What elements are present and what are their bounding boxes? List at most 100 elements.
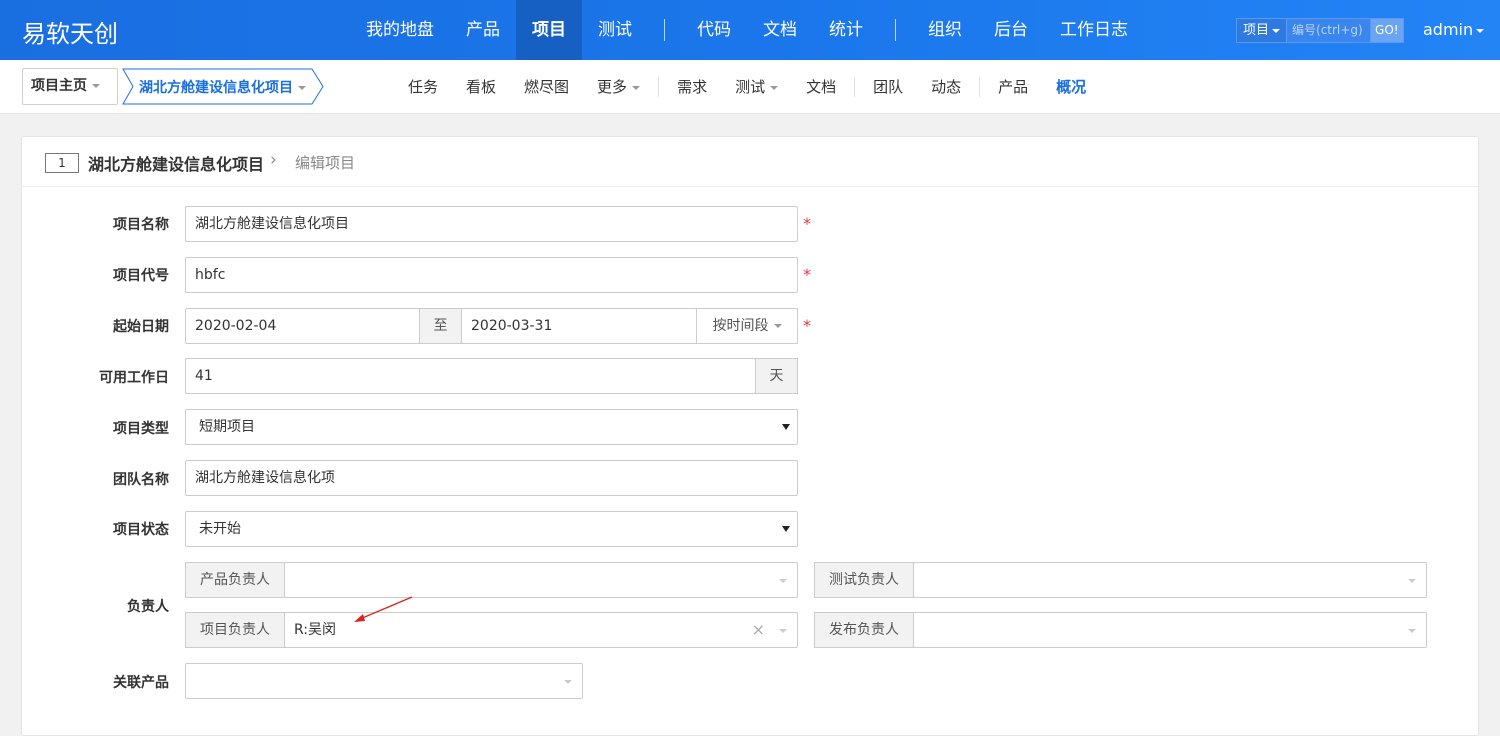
- team-name-input[interactable]: 湖北方舱建设信息化项: [185, 460, 798, 496]
- project-status-select[interactable]: 未开始: [185, 511, 798, 547]
- linked-products-select[interactable]: [185, 663, 583, 699]
- global-search: 项目 编号(ctrl+g) GO!: [1236, 18, 1404, 43]
- pm-label: 项目负责人: [185, 612, 285, 648]
- required-mark: *: [803, 214, 811, 233]
- end-date-input[interactable]: 2020-03-31: [461, 308, 697, 344]
- nav-qa[interactable]: 测试: [582, 0, 648, 60]
- code-label: 项目代号: [113, 268, 169, 284]
- search-type-select[interactable]: 项目: [1236, 18, 1288, 43]
- search-input[interactable]: 编号(ctrl+g): [1287, 18, 1372, 43]
- clear-icon[interactable]: ×: [752, 613, 765, 647]
- panel-header: 1 湖北方舱建设信息化项目 › 编辑项目: [22, 137, 1478, 187]
- subnav-team[interactable]: 团队: [859, 60, 917, 114]
- project-id-badge: 1: [45, 153, 79, 173]
- subnav-burn[interactable]: 燃尽图: [510, 60, 583, 114]
- subnav-more[interactable]: 更多: [583, 60, 654, 114]
- breadcrumb-project-label: 湖北方舱建设信息化项目: [139, 80, 293, 96]
- nav-admin[interactable]: 后台: [978, 0, 1044, 60]
- required-mark: *: [803, 316, 811, 335]
- period-select-label: 按时间段: [712, 318, 769, 334]
- go-button[interactable]: GO!: [1371, 18, 1404, 43]
- subnav-more-label: 更多: [597, 78, 628, 96]
- subnav-view[interactable]: 概况: [1042, 60, 1100, 114]
- nav-divider: [895, 19, 896, 41]
- project-subnav: 项目主页 湖北方舱建设信息化项目 任务 看板 燃尽图 更多 需求 测试 文档 团…: [0, 60, 1500, 114]
- subnav-divider: [854, 77, 856, 97]
- date-label: 起始日期: [113, 319, 169, 335]
- subnav-doc[interactable]: 文档: [792, 60, 850, 114]
- subnav-story[interactable]: 需求: [663, 60, 721, 114]
- nav-code[interactable]: 代码: [681, 0, 747, 60]
- subnav-divider: [979, 77, 981, 97]
- breadcrumb-home-label: 项目主页: [31, 78, 87, 94]
- name-label: 项目名称: [113, 217, 169, 233]
- breadcrumb-project-home[interactable]: 项目主页: [22, 68, 118, 105]
- subnav-task[interactable]: 任务: [394, 60, 452, 114]
- user-name: admin: [1423, 20, 1474, 39]
- chevron-down-icon: [779, 629, 787, 633]
- chevron-down-icon: [1272, 28, 1281, 33]
- nav-report[interactable]: 统计: [813, 0, 879, 60]
- subnav-qa-label: 测试: [735, 78, 766, 96]
- nav-doc[interactable]: 文档: [747, 0, 813, 60]
- project-type-value: 短期项目: [199, 419, 255, 435]
- nav-divider: [664, 19, 665, 41]
- subnav-divider: [658, 77, 660, 97]
- chevron-down-icon: [564, 680, 572, 684]
- chevron-down-icon: [773, 324, 782, 328]
- team-label: 团队名称: [113, 472, 169, 488]
- days-label: 可用工作日: [99, 370, 169, 386]
- required-mark: *: [803, 265, 811, 284]
- breadcrumb-project[interactable]: 湖北方舱建设信息化项目: [122, 68, 324, 105]
- project-code-input[interactable]: hbfc: [185, 257, 798, 293]
- project-type-select[interactable]: 短期项目: [185, 409, 798, 445]
- subnav-dynamic[interactable]: 动态: [917, 60, 975, 114]
- nav-worklog[interactable]: 工作日志: [1044, 0, 1144, 60]
- breadcrumb-project-text: 湖北方舱建设信息化项目: [139, 77, 306, 97]
- qd-label: 测试负责人: [814, 562, 914, 598]
- chevron-down-icon: [770, 85, 779, 90]
- subnav-kanban[interactable]: 看板: [452, 60, 510, 114]
- chevron-down-icon: [632, 85, 641, 90]
- subnav-menu: 任务 看板 燃尽图 更多 需求 测试 文档 团队 动态 产品 概况: [394, 60, 1100, 114]
- subnav-product[interactable]: 产品: [984, 60, 1042, 114]
- nav-project[interactable]: 项目: [516, 0, 582, 60]
- rd-select[interactable]: [913, 612, 1427, 648]
- brand-logo[interactable]: 易软天创: [22, 14, 118, 49]
- user-menu[interactable]: admin: [1423, 20, 1485, 39]
- chevron-down-icon: [1408, 579, 1416, 583]
- chevron-down-icon: [782, 424, 790, 430]
- project-status-value: 未开始: [199, 521, 241, 537]
- search-type-label: 项目: [1243, 23, 1270, 38]
- subnav-qa[interactable]: 测试: [721, 60, 792, 114]
- owner-label: 负责人: [127, 599, 169, 615]
- page-subtitle: 编辑项目: [295, 154, 356, 172]
- begin-date-input[interactable]: 2020-02-04: [185, 308, 420, 344]
- pm-value: R:吴闵: [294, 622, 337, 638]
- nav-my[interactable]: 我的地盘: [350, 0, 450, 60]
- chevron-down-icon: [92, 84, 100, 88]
- period-select[interactable]: 按时间段: [696, 308, 798, 344]
- type-label: 项目类型: [113, 421, 169, 437]
- project-name-input[interactable]: 湖北方舱建设信息化项目: [185, 206, 798, 242]
- po-label: 产品负责人: [185, 562, 285, 598]
- main-nav: 我的地盘 产品 项目 测试 代码 文档 统计 组织 后台 工作日志: [350, 0, 1144, 60]
- products-label: 关联产品: [113, 675, 169, 691]
- chevron-down-icon: [782, 526, 790, 532]
- rd-label: 发布负责人: [814, 612, 914, 648]
- days-unit: 天: [755, 358, 798, 394]
- nav-product[interactable]: 产品: [450, 0, 516, 60]
- chevron-down-icon: [1408, 629, 1416, 633]
- status-label: 项目状态: [113, 522, 169, 538]
- chevron-down-icon: [779, 579, 787, 583]
- chevron-down-icon: [298, 86, 306, 90]
- chevron-right-icon: ›: [270, 150, 277, 170]
- days-input[interactable]: 41: [185, 358, 756, 394]
- qd-select[interactable]: [913, 562, 1427, 598]
- date-to-label: 至: [419, 308, 462, 344]
- top-header: 易软天创 我的地盘 产品 项目 测试 代码 文档 统计 组织 后台 工作日志 项…: [0, 0, 1500, 60]
- page-title: 湖北方舱建设信息化项目: [88, 155, 265, 174]
- annotation-arrow: [354, 596, 413, 622]
- chevron-down-icon: [1476, 28, 1485, 33]
- nav-company[interactable]: 组织: [912, 0, 978, 60]
